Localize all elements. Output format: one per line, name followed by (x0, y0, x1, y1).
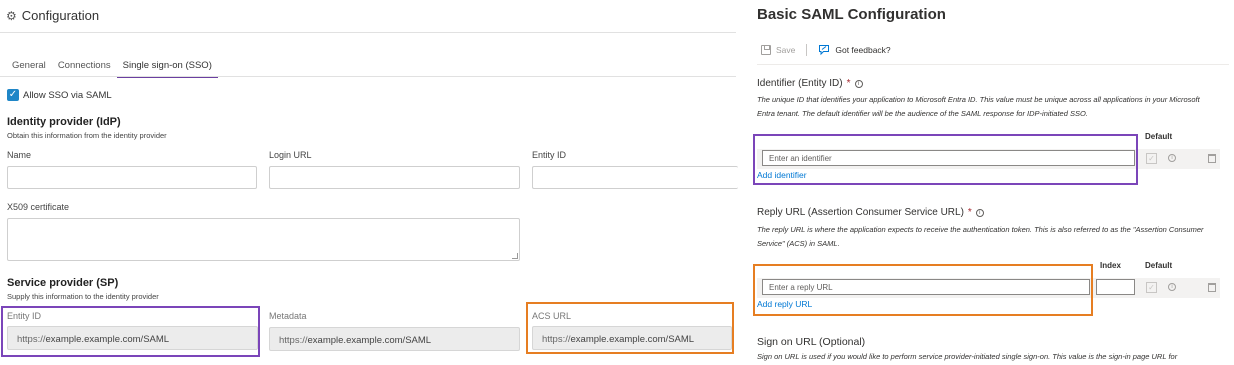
configuration-header: ⚙ Configuration (6, 8, 99, 23)
info-icon[interactable]: i (975, 208, 984, 217)
reply-url-delete-icon[interactable] (1208, 283, 1216, 292)
identifier-heading-text: Identifier (Entity ID) (757, 78, 843, 89)
allow-sso-row: ✓ Allow SSO via SAML (7, 89, 112, 101)
reply-url-default-header: Default (1145, 261, 1173, 270)
reply-url-heading: Reply URL (Assertion Consumer Service UR… (757, 207, 984, 218)
identifier-delete-icon[interactable] (1208, 154, 1216, 163)
tabs-divider (0, 76, 736, 77)
toolbar: Save Got feedback? (761, 44, 891, 56)
sp-acs-url-value: example.example.com/SAML (570, 334, 695, 345)
save-icon (761, 45, 771, 55)
identifier-description: The unique ID that identifies your appli… (757, 95, 1200, 118)
sp-acs-url-prefix: https:// (542, 334, 571, 345)
toolbar-separator (806, 44, 808, 56)
sp-metadata-field: https://example.example.com/SAML (269, 327, 520, 351)
gear-icon: ⚙ (6, 8, 17, 23)
sp-entity-id-field: https://example.example.com/SAML (7, 326, 258, 350)
sp-section-title: Service provider (SP) (7, 277, 119, 289)
idp-entity-id-label: Entity ID (532, 150, 567, 160)
identifier-row-info-icon[interactable]: i (1168, 154, 1176, 162)
highlight-reply-url (753, 264, 1093, 316)
idp-name-label: Name (7, 150, 32, 160)
allow-sso-checkbox[interactable]: ✓ (7, 89, 19, 101)
saml-config-title: Basic SAML Configuration (757, 6, 946, 23)
identifier-heading: Identifier (Entity ID) * i (757, 78, 863, 89)
reply-url-index-input[interactable] (1096, 279, 1135, 295)
reply-url-heading-text: Reply URL (Assertion Consumer Service UR… (757, 207, 964, 218)
required-mark: * (846, 78, 851, 89)
save-button[interactable]: Save (761, 45, 795, 55)
required-mark: * (967, 207, 972, 218)
idp-login-url-input[interactable] (269, 166, 520, 189)
reply-url-row-info-icon[interactable]: i (1168, 283, 1176, 291)
tab-bar: General Connections Single sign-on (SSO) (6, 58, 218, 78)
sp-entity-id-value: example.example.com/SAML (45, 334, 170, 345)
idp-section-subtitle: Obtain this information from the identit… (7, 131, 167, 140)
left-panel: ⚙ Configuration General Connections Sing… (0, 0, 738, 365)
reply-url-default-checkbox[interactable]: ✓ (1146, 282, 1157, 293)
identifier-default-header: Default (1145, 132, 1173, 141)
idp-section-title: Identity provider (IdP) (7, 116, 121, 128)
divider (0, 32, 736, 33)
allow-sso-label: Allow SSO via SAML (23, 89, 112, 101)
tab-single-sign-on[interactable]: Single sign-on (SSO) (116, 58, 218, 78)
x509-label: X509 certificate (7, 202, 70, 212)
save-label: Save (776, 45, 796, 55)
feedback-icon (819, 45, 830, 56)
highlight-identifier (753, 134, 1138, 185)
toolbar-divider (757, 64, 1229, 65)
sp-acs-url-field: https://example.example.com/SAML (532, 326, 732, 350)
sign-on-url-heading: Sign on URL (Optional) (757, 336, 866, 348)
x509-certificate-textarea[interactable] (7, 218, 520, 261)
resize-handle[interactable] (512, 253, 518, 259)
identifier-default-checkbox[interactable]: ✓ (1146, 153, 1157, 164)
idp-entity-id-input[interactable] (532, 166, 738, 189)
sp-entity-id-label: Entity ID (7, 311, 42, 321)
idp-login-url-label: Login URL (269, 150, 312, 160)
sign-on-url-description: Sign on URL is used if you would like to… (757, 352, 1178, 361)
sp-section-subtitle: Supply this information to the identity … (7, 292, 159, 301)
sp-metadata-prefix: https:// (279, 335, 308, 346)
page-title: Configuration (21, 8, 100, 23)
sp-metadata-value: example.example.com/SAML (307, 335, 432, 346)
sp-entity-id-prefix: https:// (17, 334, 46, 345)
info-icon[interactable]: i (854, 79, 863, 88)
right-panel: Basic SAML Configuration Save Got feedba… (748, 0, 1234, 365)
reply-url-description: The reply URL is where the application e… (757, 225, 1204, 248)
tab-connections[interactable]: Connections (52, 58, 117, 78)
tab-general[interactable]: General (6, 58, 52, 78)
feedback-label: Got feedback? (835, 45, 891, 55)
sp-acs-url-label: ACS URL (532, 311, 572, 321)
reply-url-index-header: Index (1100, 261, 1121, 270)
feedback-button[interactable]: Got feedback? (818, 44, 891, 56)
sp-metadata-label: Metadata (269, 311, 307, 321)
idp-name-input[interactable] (7, 166, 257, 189)
